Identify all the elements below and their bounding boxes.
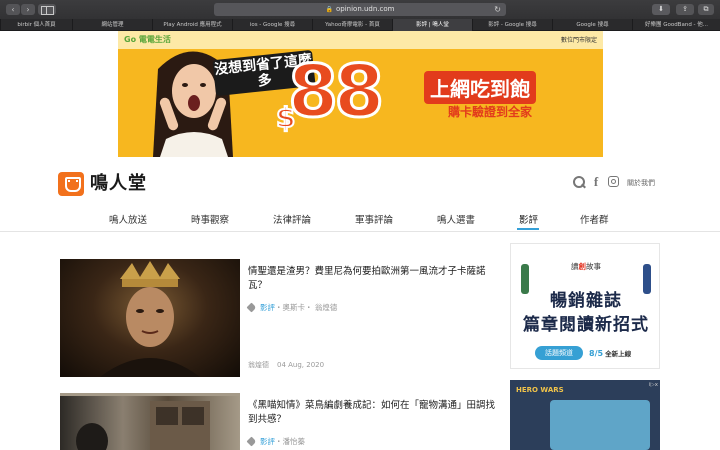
article-category[interactable]: 影評 bbox=[260, 303, 275, 312]
nav-item-film-review[interactable]: 影評 bbox=[519, 212, 538, 226]
ad-date-value: 8/5 bbox=[589, 349, 604, 358]
tab[interactable]: 影評 - Google 搜尋 bbox=[472, 19, 552, 31]
article-tags[interactable]: ・奧斯卡・ 翁煌德 bbox=[275, 303, 337, 312]
tab[interactable]: Play Android 應用程式 bbox=[152, 19, 232, 31]
ad-note: 數位門市限定 bbox=[560, 37, 597, 44]
black-cat-film-still bbox=[60, 393, 240, 450]
tab[interactable]: Google 搜尋 bbox=[552, 19, 632, 31]
nav-item-broadcast[interactable]: 鳴人放送 bbox=[109, 212, 147, 226]
tab[interactable]: 網站管理 bbox=[72, 19, 152, 31]
nav-item-authors[interactable]: 作者群 bbox=[580, 212, 609, 226]
nav-item-military[interactable]: 軍事評論 bbox=[355, 212, 393, 226]
share-icon[interactable]: ⇪ bbox=[676, 4, 694, 15]
search-icon[interactable] bbox=[572, 175, 586, 189]
surprised-woman-image bbox=[153, 51, 233, 157]
tag-icon bbox=[246, 302, 257, 313]
reload-icon[interactable]: ↻ bbox=[494, 3, 501, 16]
tabs-overview-icon[interactable]: ⧉ bbox=[698, 4, 714, 15]
tab[interactable]: Yahoo奇摩電影 - 首頁 bbox=[312, 19, 392, 31]
ad-subslogan: 購卡驗證到全家 bbox=[448, 105, 533, 119]
nav-item-legal[interactable]: 法律評論 bbox=[273, 212, 311, 226]
tab[interactable]: 好樂團 GoodBand - 他... bbox=[632, 19, 720, 31]
tab-active[interactable]: 影評 | 鳴人堂 bbox=[392, 19, 472, 31]
article-title[interactable]: 情聖還是渣男？費里尼為何要拍歐洲第一風流才子卡薩諾瓦？ bbox=[248, 265, 500, 293]
nav-item-current-affairs[interactable]: 時事觀察 bbox=[191, 212, 229, 226]
ad-date: 8/5 全新上線 bbox=[589, 348, 631, 358]
tab[interactable]: birbir 個人首頁 bbox=[0, 19, 72, 31]
article-category[interactable]: 影評 bbox=[260, 437, 275, 446]
article-date: 04 Aug, 2020 bbox=[277, 361, 325, 369]
url-text: opinion.udn.com bbox=[335, 5, 395, 13]
article-title[interactable]: 《黑喵知情》菜鳥編劇養成記：如何在「寵物溝通」田調找到共感？ bbox=[248, 399, 500, 427]
ad-brand-suffix: 故事 bbox=[586, 262, 601, 271]
sidebar-ad-game[interactable]: HERO WARS i▷x bbox=[510, 380, 660, 450]
back-button[interactable]: ‹ bbox=[6, 4, 20, 15]
site-name[interactable]: 鳴人堂 bbox=[90, 172, 147, 196]
article-footer: 翁煌德 04 Aug, 2020 bbox=[248, 360, 324, 370]
address-bar[interactable]: 🔒 opinion.udn.com ↻ bbox=[214, 3, 506, 16]
facebook-icon[interactable]: f bbox=[589, 175, 603, 189]
instagram-icon[interactable] bbox=[607, 175, 621, 189]
nav-divider bbox=[0, 231, 720, 232]
ad-date-suffix: 全新上線 bbox=[605, 350, 632, 358]
game-logo: HERO WARS bbox=[516, 386, 564, 394]
article-meta: 影評・奧斯卡・ 翁煌德 bbox=[246, 302, 337, 313]
tab-bar: birbir 個人首頁 網站管理 Play Android 應用程式 ios -… bbox=[0, 19, 720, 31]
article-meta: 影評・潘怡蓁 bbox=[246, 436, 305, 447]
lock-icon: 🔒 bbox=[325, 6, 333, 13]
nav-item-books[interactable]: 鳴人選書 bbox=[437, 212, 475, 226]
casanova-film-still bbox=[100, 261, 200, 377]
site-logo-icon[interactable] bbox=[58, 172, 84, 196]
article-card[interactable]: 《黑喵知情》菜鳥編劇養成記：如何在「寵物溝通」田調找到共感？ 影評・潘怡蓁 bbox=[60, 393, 500, 450]
ad-brand-prefix: 讀 bbox=[571, 262, 579, 271]
forward-button[interactable]: › bbox=[21, 4, 35, 15]
article-card[interactable]: 情聖還是渣男？費里尼為何要拍歐洲第一風流才子卡薩諾瓦？ 影評・奧斯卡・ 翁煌德 … bbox=[60, 259, 500, 377]
browser-toolbar: ‹ › 🔒 opinion.udn.com ↻ ⬇ ⇪ ⧉ bbox=[0, 0, 720, 19]
ad-topic-button[interactable]: 話題頻道 bbox=[535, 346, 583, 360]
ad-price: 88 bbox=[286, 49, 385, 133]
sidebar-ad-magazine[interactable]: 讀創故事 暢銷雜誌 篇章閱讀新招式 話題頻道 8/5 全新上線 bbox=[510, 243, 660, 369]
game-scene bbox=[550, 400, 650, 450]
adchoices-icon[interactable]: i▷x bbox=[649, 382, 658, 388]
tag-icon bbox=[246, 436, 257, 447]
ad-brand-accent: 創 bbox=[578, 262, 587, 271]
ad-slogan: 上網吃到飽 bbox=[424, 71, 536, 104]
sidebar-toggle-icon[interactable] bbox=[38, 4, 56, 15]
article-author[interactable]: 翁煌德 bbox=[248, 361, 269, 369]
main-nav: 鳴人放送 時事觀察 法律評論 軍事評論 鳴人選書 影評 作者群 bbox=[0, 206, 720, 232]
about-us-link[interactable]: 關於我們 bbox=[627, 178, 655, 188]
article-thumbnail[interactable] bbox=[60, 259, 240, 377]
ad-line1: 暢銷雜誌 bbox=[550, 291, 622, 311]
tab[interactable]: ios - Google 搜尋 bbox=[232, 19, 312, 31]
article-tags[interactable]: ・潘怡蓁 bbox=[275, 437, 305, 446]
active-nav-indicator bbox=[517, 228, 539, 230]
downloads-icon[interactable]: ⬇ bbox=[652, 4, 670, 15]
ad-line2: 篇章閱讀新招式 bbox=[523, 315, 649, 335]
ad-brand: 讀創故事 bbox=[511, 261, 659, 272]
article-thumbnail[interactable] bbox=[60, 393, 240, 450]
banner-ad[interactable]: Go 電電生活 數位門市限定 沒想到省了這麼多 $ 88 上網吃到飽 購卡驗證到… bbox=[118, 31, 603, 157]
